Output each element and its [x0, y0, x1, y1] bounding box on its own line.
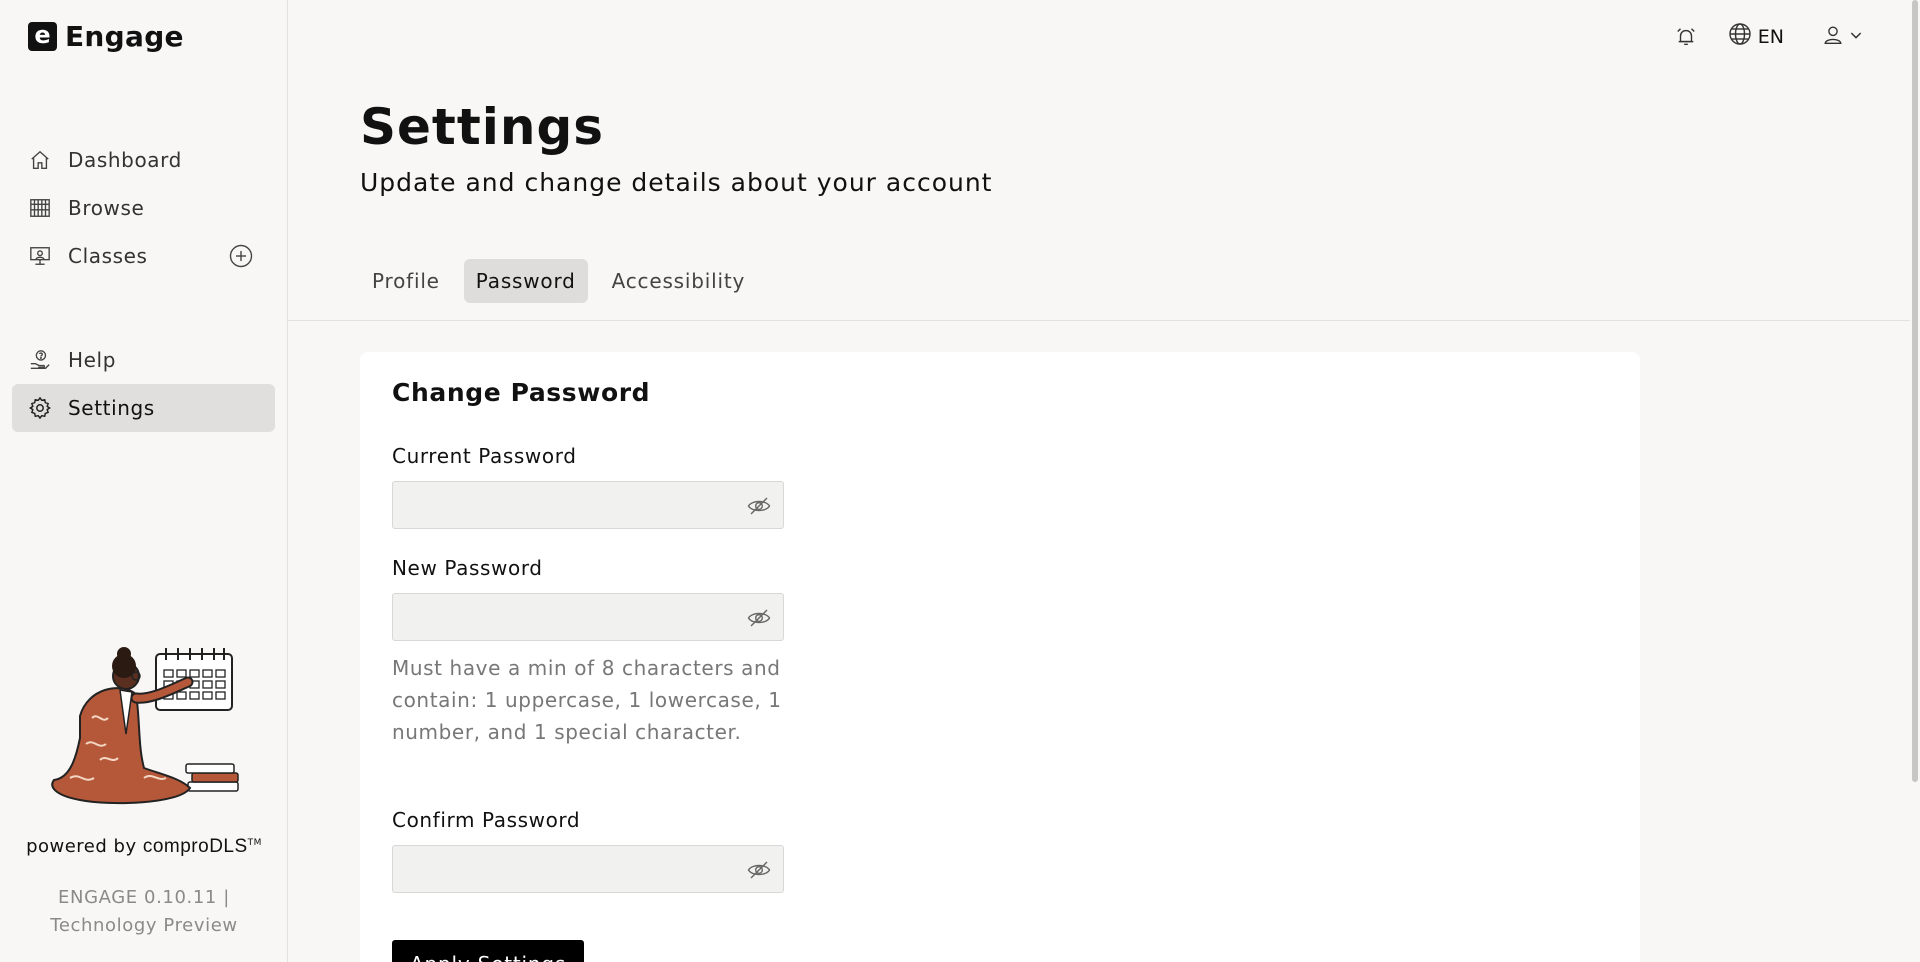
user-menu[interactable] [1822, 24, 1864, 50]
tab-password[interactable]: Password [463, 259, 588, 303]
sidebar-item-label: Settings [68, 396, 155, 420]
eye-off-icon[interactable] [747, 606, 771, 630]
brand[interactable]: e Engage [28, 20, 184, 53]
woman-with-calendar-illustration [51, 647, 239, 805]
sidebar-item-help[interactable]: Help [12, 336, 275, 384]
sidebar-item-settings[interactable]: Settings [12, 384, 275, 432]
eye-off-icon[interactable] [747, 494, 771, 518]
version-line: ENGAGE 0.10.11 | [58, 887, 230, 908]
sidebar-item-label: Classes [68, 244, 148, 268]
brand-logo: e [28, 22, 57, 51]
top-bar: EN [1674, 22, 1864, 51]
tab-accessibility[interactable]: Accessibility [600, 259, 757, 303]
new-password-field [392, 593, 784, 641]
confirm-password-input[interactable] [393, 846, 783, 892]
version-info: ENGAGE 0.10.11 | Technology Preview [0, 884, 288, 940]
sidebar-item-label: Browse [68, 196, 145, 220]
current-password-field [392, 481, 784, 529]
eye-off-icon[interactable] [747, 858, 771, 882]
apply-settings-button[interactable]: Apply Settings [392, 940, 585, 962]
page-subtitle: Update and change details about your acc… [360, 168, 993, 197]
help-hand-icon [28, 348, 52, 372]
current-password-label: Current Password [392, 444, 577, 468]
books-shelf-icon [28, 196, 52, 220]
tabs-divider [288, 320, 1910, 321]
sidebar-item-label: Dashboard [68, 148, 182, 172]
add-class-icon[interactable] [229, 244, 253, 268]
sidebar-item-label: Help [68, 348, 116, 372]
settings-tabs: Profile Password Accessibility [360, 259, 757, 303]
sidebar: e Engage Dashboard Browse Classes Help S… [0, 0, 288, 962]
powered-by: powered by comproDLSTM [0, 836, 288, 858]
new-password-label: New Password [392, 556, 543, 580]
main-nav: Dashboard Browse Classes [12, 136, 275, 280]
language-selector[interactable]: EN [1728, 22, 1784, 51]
home-icon [28, 148, 52, 172]
chevron-down-icon [1848, 27, 1864, 47]
sidebar-item-browse[interactable]: Browse [12, 184, 275, 232]
current-password-input[interactable] [393, 482, 783, 528]
trademark: TM [247, 838, 262, 848]
powered-brand: comproDLS [142, 836, 248, 857]
language-code: EN [1757, 25, 1784, 48]
sidebar-item-classes[interactable]: Classes [12, 232, 275, 280]
powered-prefix: powered by [26, 836, 137, 857]
change-password-card: Change Password Current Password New Pas… [360, 352, 1640, 962]
new-password-input[interactable] [393, 594, 783, 640]
alarm-bell-icon[interactable] [1674, 25, 1698, 49]
password-requirements-hint: Must have a min of 8 characters and cont… [392, 656, 782, 744]
gear-icon [28, 396, 52, 420]
version-tagline: Technology Preview [50, 915, 238, 936]
card-title: Change Password [392, 378, 651, 407]
classroom-icon [28, 244, 52, 268]
brand-name: Engage [65, 20, 184, 53]
page-title: Settings [360, 98, 605, 156]
globe-icon [1728, 22, 1752, 51]
scrollbar-thumb[interactable] [1912, 0, 1918, 782]
confirm-password-label: Confirm Password [392, 808, 581, 832]
secondary-nav: Help Settings [12, 336, 275, 432]
tab-profile[interactable]: Profile [360, 259, 452, 303]
sidebar-item-dashboard[interactable]: Dashboard [12, 136, 275, 184]
confirm-password-field [392, 845, 784, 893]
user-icon [1822, 24, 1844, 50]
